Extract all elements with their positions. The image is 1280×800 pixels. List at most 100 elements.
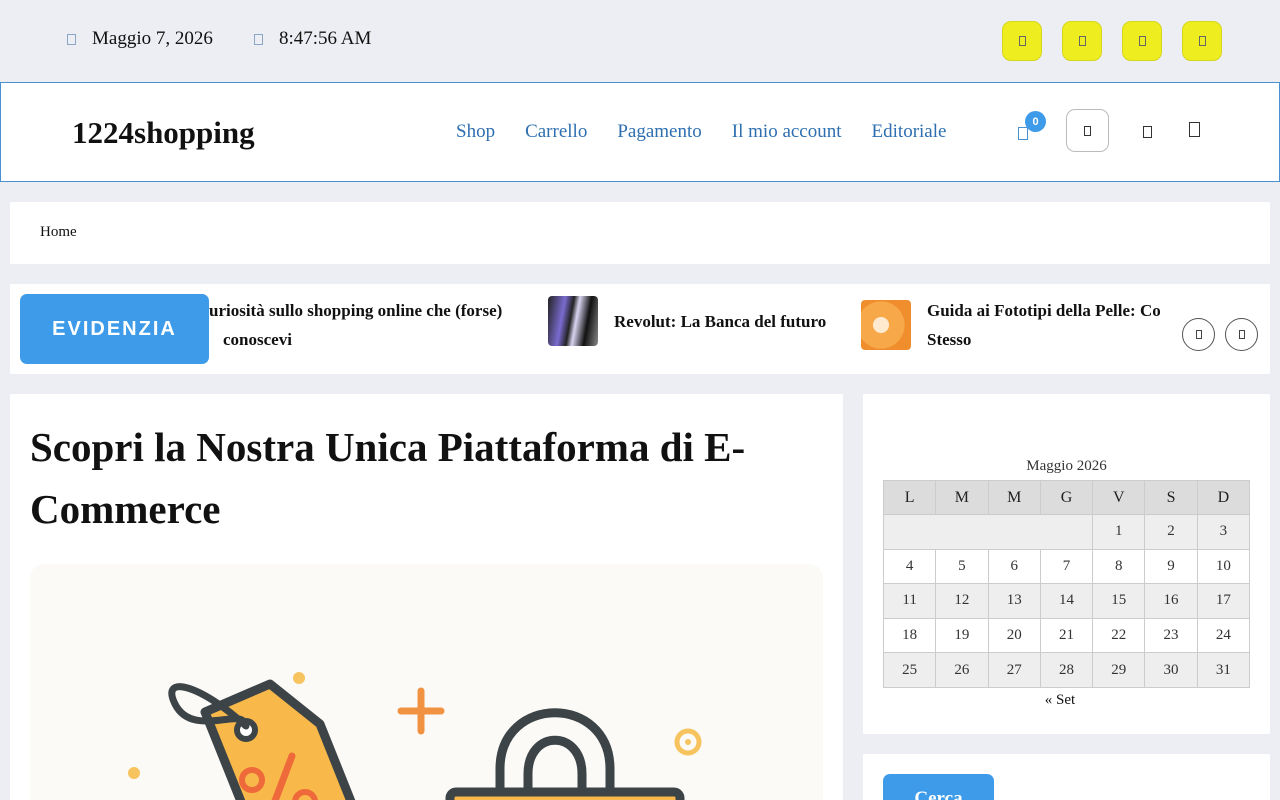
search-button[interactable] [1066,109,1109,152]
social-button-1[interactable] [1002,21,1042,61]
social-button-4[interactable] [1182,21,1222,61]
calendar-day: 11 [882,583,937,619]
calendar-day: 9 [1144,548,1198,585]
social-button-3[interactable] [1122,21,1162,61]
breadcrumb-home[interactable]: Home [40,224,77,241]
cart-icon[interactable] [1018,127,1028,140]
ticker-item-title-line1: uriosità sullo shopping online che (fors… [209,301,503,320]
nav-editoriale[interactable]: Editoriale [872,121,947,143]
cart-count-badge: 0 [1025,111,1046,132]
calendar-empty-cell [882,514,1094,550]
calendar-day: 6 [987,548,1041,585]
calendar-day: 26 [935,652,989,688]
calendar-week-row: 4 5 6 7 8 9 10 [882,548,1251,585]
calendar-day: 25 [882,652,937,688]
calendar-day: 18 [882,617,937,654]
calendar-icon [67,33,76,45]
ticker-item-title[interactable]: Revolut: La Banca del futuro [614,307,826,336]
calendar-day: 22 [1092,617,1146,654]
ticker-item[interactable]: uriosità sullo shopping online che (fors… [209,296,502,354]
ticker-item[interactable]: Guida ai Fototipi della Pelle: Co Stesso [861,296,1161,354]
weekday-header: L [882,480,937,515]
calendar-week-row: 11 12 13 14 15 16 17 [882,583,1251,619]
calendar-day: 10 [1196,548,1251,585]
search-widget: Cerca [863,754,1270,800]
calendar-day: 21 [1039,617,1094,654]
article-title: Scopri la Nostra Unica Piattaforma di E-… [30,424,746,532]
social-icon-3 [1138,36,1146,46]
ticker-next-button[interactable] [1225,318,1258,351]
ticker-item-title-line1: Guida ai Fototipi della Pelle: Co [927,301,1161,320]
calendar-prev-month-link[interactable]: « Set [883,692,1237,709]
ticker-viewport: uriosità sullo shopping online che (fors… [209,284,1171,374]
calendar-table: L M M G V S D 1 2 3 4 5 6 7 8 9 10 11 12 13 14 15 16 17 1… [882,480,1251,688]
site-logo[interactable]: 1224shopping [72,115,255,151]
social-button-2[interactable] [1062,21,1102,61]
calendar-day: 4 [882,548,937,585]
calendar-weekday-row: L M M G V S D [882,480,1251,515]
date-display: Maggio 7, 2026 [67,28,213,50]
ticker-item-title[interactable]: Guida ai Fototipi della Pelle: Co Stesso [927,296,1161,354]
article-hero-image [30,564,823,800]
calendar-day: 12 [935,583,989,619]
calendar-week-row: 123 [882,514,1251,550]
ticker-item-title-line2: Stesso [927,330,972,349]
main-article: Scopri la Nostra Unica Piattaforma di E-… [10,394,843,800]
calendar-week-row: 25 26 27 28 29 30 31 [882,652,1251,688]
social-icon-2 [1078,36,1086,46]
calendar-day: 5 [935,548,989,585]
weekday-header: V [1092,480,1146,515]
time-display: 8:47:56 AM [254,28,371,50]
calendar-day: 20 [987,617,1041,654]
ticker-thumbnail [548,296,598,346]
search-icon [1084,125,1091,136]
nav-carrello[interactable]: Carrello [525,121,587,143]
calendar-day: 8 [1092,548,1146,585]
date-text: Maggio 7, 2026 [92,28,213,49]
calendar-day: 17 [1196,583,1251,619]
weekday-header: D [1196,480,1251,515]
ticker-item[interactable]: Revolut: La Banca del futuro [548,296,826,346]
calendar-week-row: 18 19 20 21 22 23 24 [882,617,1251,654]
weekday-header: M [935,480,989,515]
menu-icon[interactable] [1189,122,1200,137]
calendar-day: 15 [1092,583,1146,619]
ticker-item-title-line2: conoscevi [223,330,292,349]
site-header: 1224shopping Shop Carrello Pagamento Il … [0,82,1280,182]
ticker-item-title[interactable]: uriosità sullo shopping online che (fors… [209,296,502,354]
nav-shop[interactable]: Shop [456,121,495,143]
clock-icon [254,33,263,45]
chevron-right-icon [1238,330,1245,339]
calendar-day: 1 [1092,514,1146,550]
social-links [1002,21,1222,61]
calendar-day: 2 [1144,514,1198,550]
calendar-day: 29 [1092,652,1146,688]
calendar-day: 27 [987,652,1041,688]
social-icon-4 [1198,36,1206,46]
ticker-label: EVIDENZIA [20,294,209,364]
time-text: 8:47:56 AM [279,28,372,49]
calendar-widget: Maggio 2026 L M M G V S D 1 2 3 4 5 6 7 8 9 10 11 1… [863,394,1270,734]
theme-toggle-icon[interactable] [1143,126,1152,138]
ticker-thumbnail [861,300,911,350]
search-widget-button[interactable]: Cerca [883,774,994,800]
shopping-illustration [128,672,702,800]
nav-pagamento[interactable]: Pagamento [617,121,701,143]
featured-ticker: EVIDENZIA uriosità sullo shopping online… [10,284,1270,374]
calendar-day: 7 [1039,548,1094,585]
calendar-day: 28 [1039,652,1094,688]
main-nav: Shop Carrello Pagamento Il mio account E… [456,121,976,143]
social-icon-1 [1018,36,1026,46]
weekday-header: G [1039,480,1094,515]
calendar-day: 19 [935,617,989,654]
weekday-header: S [1144,480,1198,515]
calendar-day: 30 [1144,652,1198,688]
chevron-left-icon [1195,330,1202,339]
ticker-prev-button[interactable] [1182,318,1215,351]
calendar-day: 24 [1196,617,1251,654]
calendar-day: 13 [987,583,1041,619]
nav-account[interactable]: Il mio account [732,121,842,143]
calendar-day: 14 [1039,583,1094,619]
calendar-day: 23 [1144,617,1198,654]
calendar-caption: Maggio 2026 [1026,458,1107,474]
